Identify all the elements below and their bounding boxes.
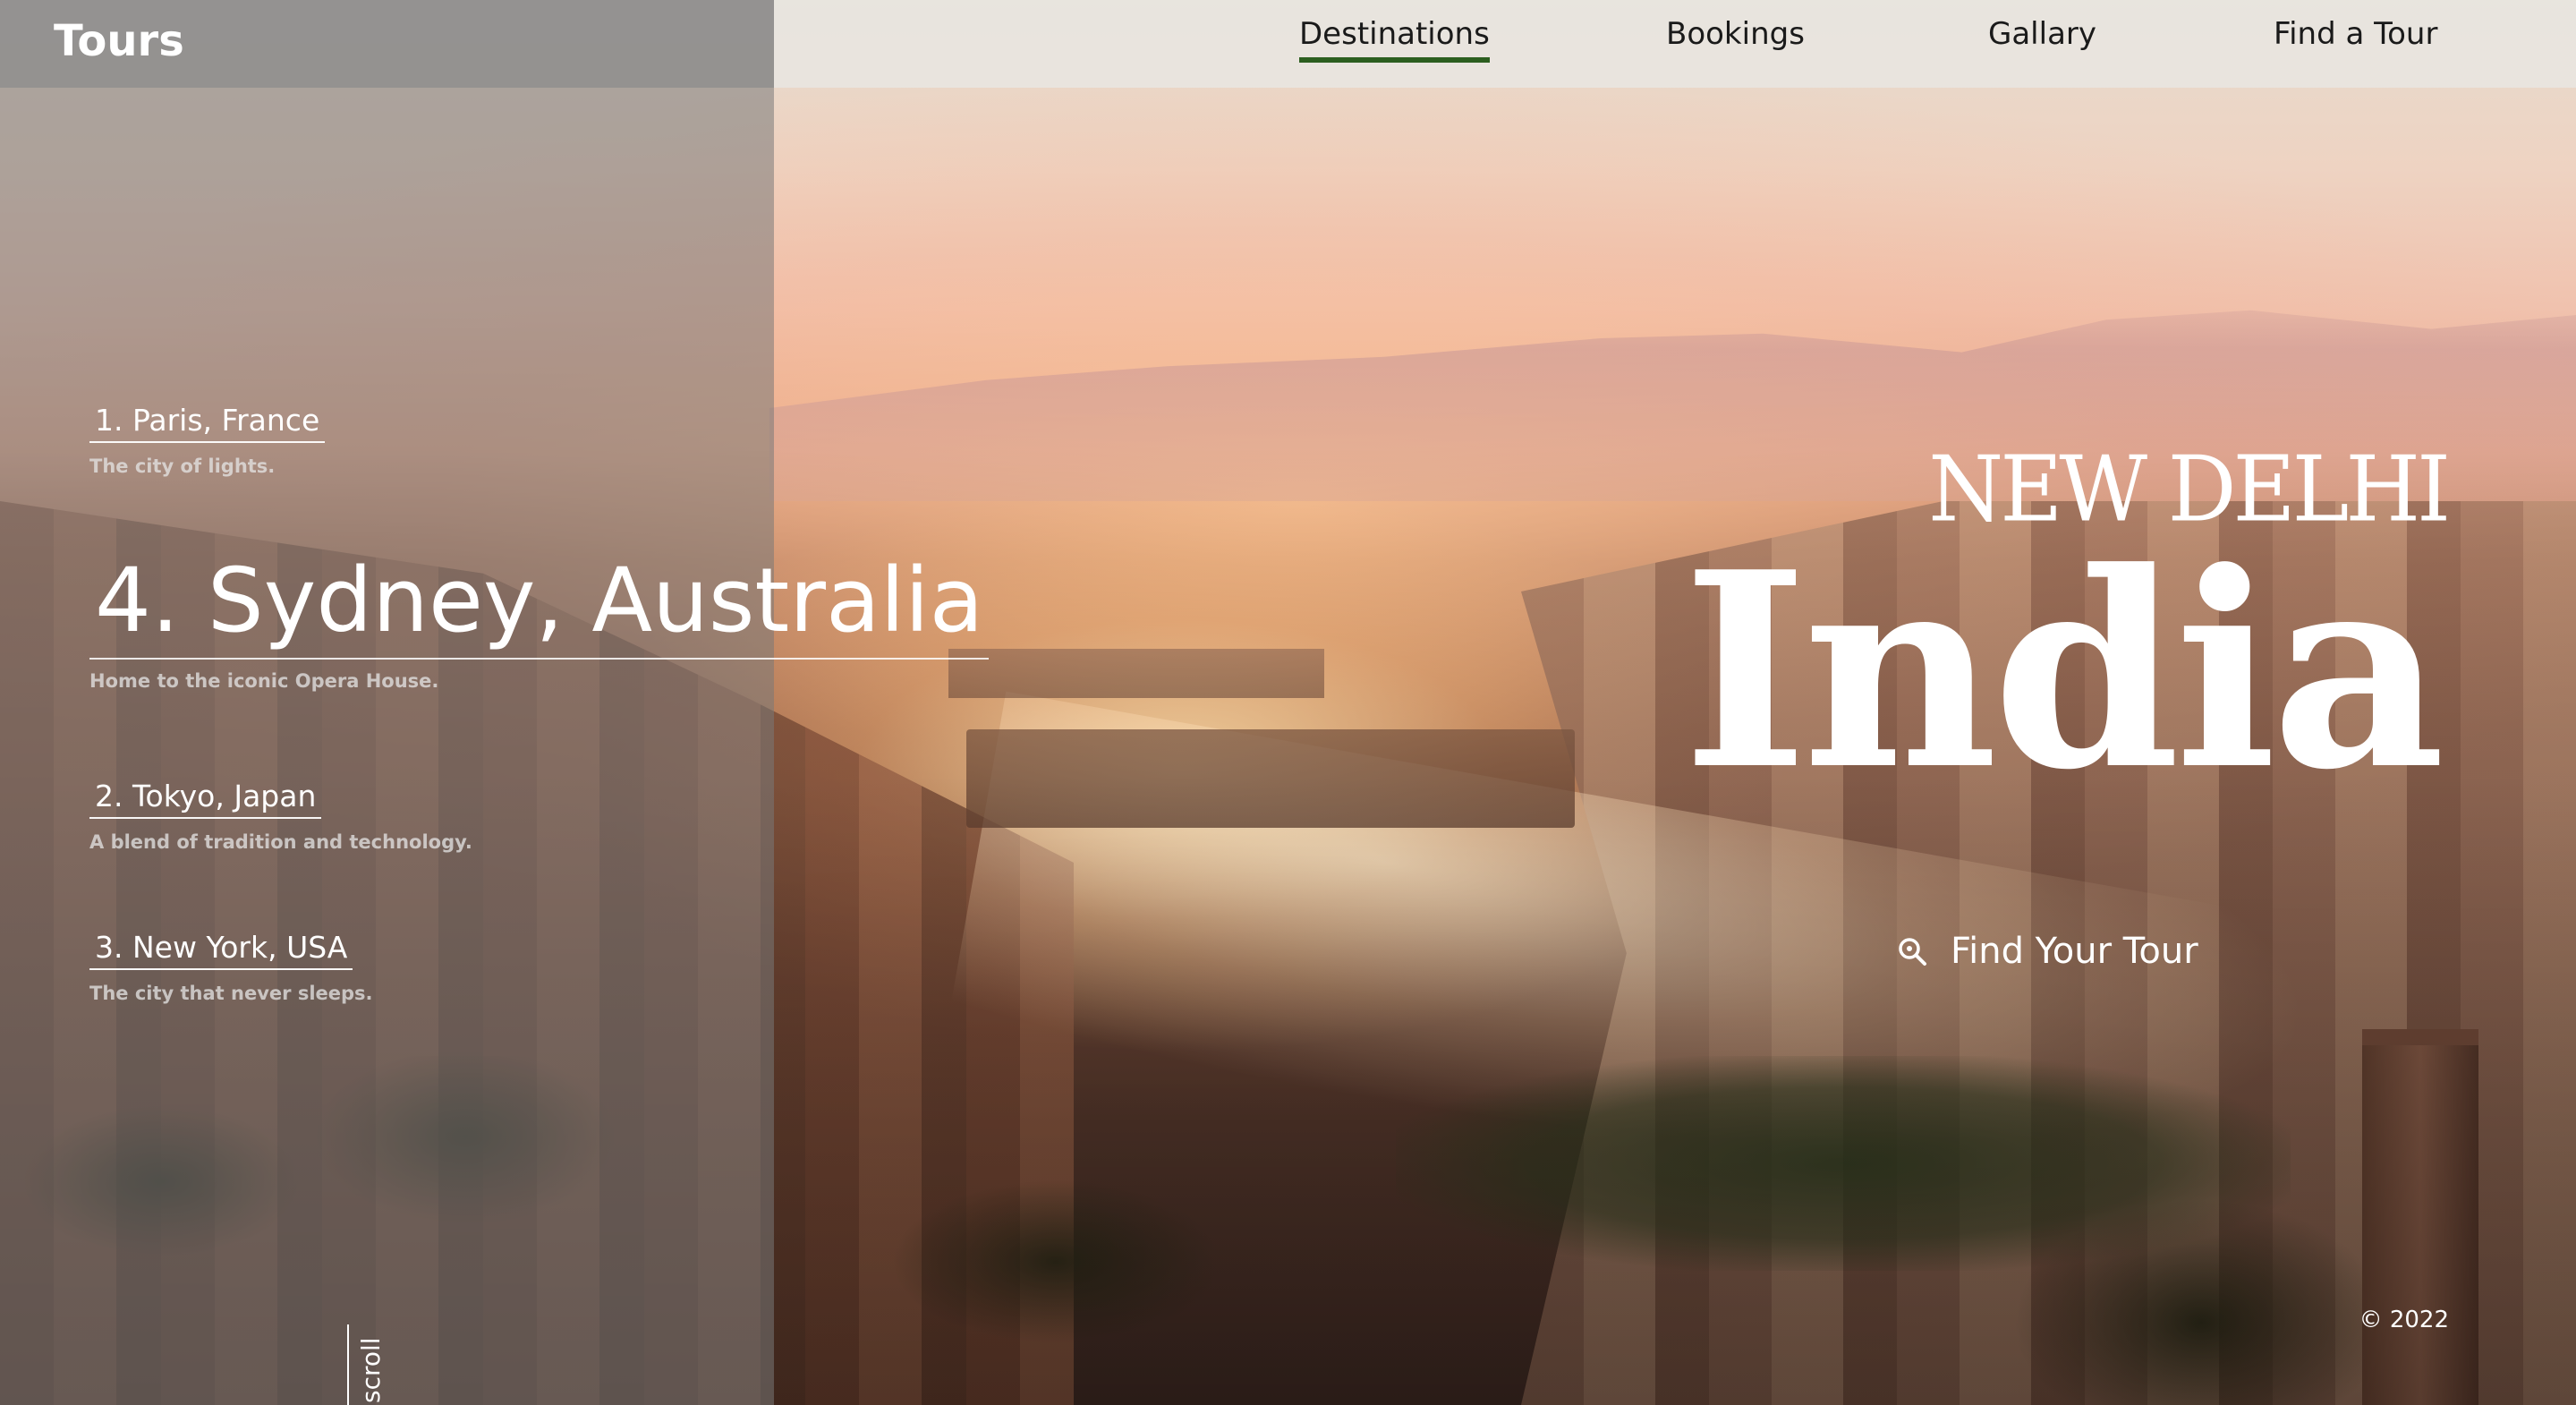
brand-block: Tours <box>0 0 774 88</box>
nav-item-bookings[interactable]: Bookings <box>1666 16 1805 52</box>
brand-logo[interactable]: Tours <box>54 16 184 66</box>
destination-description: A blend of tradition and technology. <box>89 831 472 853</box>
destination-title-featured[interactable]: 4. Sydney, Australia <box>89 552 990 660</box>
find-your-tour-button[interactable]: Find Your Tour <box>1897 931 2198 972</box>
destination-item-tokyo[interactable]: 2. Tokyo, Japan A blend of tradition and… <box>89 779 472 853</box>
page: Tours Destinations Bookings Gallary Find… <box>0 0 2576 1405</box>
search-icon <box>1899 938 1926 966</box>
find-your-tour-label: Find Your Tour <box>1951 931 2198 972</box>
nav-item-destinations[interactable]: Destinations <box>1299 16 1490 63</box>
scroll-label[interactable]: scroll <box>356 1337 386 1403</box>
destination-title[interactable]: 2. Tokyo, Japan <box>89 779 322 819</box>
destination-description: The city of lights. <box>89 456 276 477</box>
nav-item-gallary[interactable]: Gallary <box>1988 16 2096 52</box>
destination-description: Home to the iconic Opera House. <box>89 669 439 692</box>
destination-title[interactable]: 1. Paris, France <box>89 403 326 443</box>
destination-item-new-york[interactable]: 3. New York, USA The city that never sle… <box>89 930 373 1004</box>
destination-title[interactable]: 3. New York, USA <box>89 930 353 970</box>
hero-title: India <box>1682 513 2445 829</box>
top-navigation-bar: Tours Destinations Bookings Gallary Find… <box>0 0 2576 88</box>
destination-item-paris[interactable]: 1. Paris, France The city of lights. <box>89 403 326 477</box>
destinations-panel <box>0 0 774 1405</box>
copyright-text: © 2022 <box>2359 1307 2449 1333</box>
destination-description: The city that never sleeps. <box>89 983 373 1004</box>
destination-item-sydney-featured[interactable]: 4. Sydney, Australia Home to the iconic … <box>89 552 990 692</box>
nav-item-find-a-tour[interactable]: Find a Tour <box>2274 16 2437 52</box>
